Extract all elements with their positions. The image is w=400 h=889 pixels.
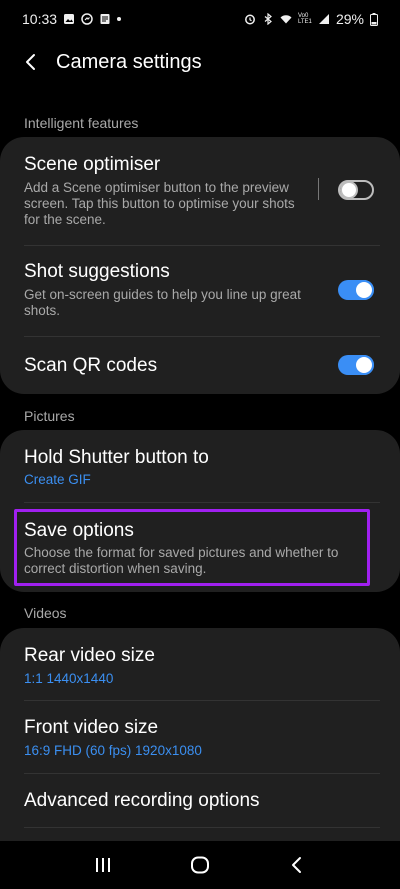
more-notifications-dot: [117, 17, 122, 21]
gallery-notification-icon: [64, 14, 75, 24]
section-label-videos: Videos: [24, 605, 67, 621]
front-video-value: 16:9 FHD (60 fps) 1920x1080: [24, 743, 202, 758]
home-icon: [190, 856, 209, 874]
messenger-notification-icon: [81, 13, 93, 25]
scan-qr-title: Scan QR codes: [24, 355, 158, 376]
front-video-row[interactable]: Front video size 16:9 FHD (60 fps) 1920x…: [0, 701, 400, 773]
scene-optimiser-toggle[interactable]: [338, 180, 374, 200]
recent-apps-button[interactable]: [83, 845, 123, 885]
back-arrow-icon: [26, 54, 35, 70]
advanced-recording-title: Advanced recording options: [24, 790, 260, 811]
document-notification-icon: [100, 14, 110, 24]
navigation-bar: [0, 841, 400, 889]
alarm-icon: [245, 14, 255, 25]
header: Camera settings: [0, 40, 400, 84]
section-label-pictures: Pictures: [24, 408, 75, 424]
status-time: 10:33: [22, 11, 58, 27]
signal-icon: [318, 14, 329, 24]
page-title: Camera settings: [56, 50, 202, 73]
hold-shutter-row[interactable]: Hold Shutter button to Create GIF: [0, 430, 400, 502]
battery-percent: 29%: [335, 11, 364, 27]
back-nav-button[interactable]: [277, 845, 317, 885]
save-options-desc: Choose the format for saved pictures and…: [24, 545, 339, 576]
scan-qr-row[interactable]: Scan QR codes: [0, 337, 400, 394]
home-button[interactable]: [180, 845, 220, 885]
network-label: Vo0 LTE1: [297, 13, 312, 25]
shot-suggestions-row[interactable]: Shot suggestions Get on-screen guides to…: [0, 246, 400, 336]
toggle-knob: [354, 280, 374, 300]
pictures-card: Hold Shutter button to Create GIF Save o…: [0, 430, 400, 592]
scene-optimiser-row[interactable]: Scene optimiser Add a Scene optimiser bu…: [0, 137, 400, 245]
shot-suggestions-desc: Get on-screen guides to help you line up…: [24, 287, 301, 318]
wifi-icon: [280, 15, 292, 24]
section-label-intelligent-features: Intelligent features: [24, 115, 139, 131]
rear-video-row[interactable]: Rear video size 1:1 1440x1440: [0, 628, 400, 700]
status-right: Vo0 LTE1 29%: [244, 11, 378, 27]
save-options-title: Save options: [24, 520, 134, 541]
intelligent-features-card: Scene optimiser Add a Scene optimiser bu…: [0, 137, 400, 394]
scene-optimiser-desc: Add a Scene optimiser button to the prev…: [24, 180, 295, 227]
advanced-recording-row[interactable]: Advanced recording options: [0, 774, 400, 828]
back-nav-icon: [291, 857, 301, 873]
toggle-knob: [354, 355, 374, 375]
toggle-knob: [340, 181, 358, 199]
videos-card: Rear video size 1:1 1440x1440 Front vide…: [0, 628, 400, 841]
shot-suggestions-title: Shot suggestions: [24, 261, 170, 282]
scan-qr-toggle[interactable]: [338, 355, 374, 375]
scene-optimiser-title: Scene optimiser: [24, 154, 161, 175]
divider: [24, 827, 380, 828]
toggle-separator: [318, 178, 319, 200]
rear-video-title: Rear video size: [24, 645, 155, 666]
front-video-title: Front video size: [24, 717, 159, 738]
status-bar: 10:33 Vo0 LTE1 29%: [0, 0, 400, 38]
rear-video-value: 1:1 1440x1440: [24, 671, 114, 686]
shot-suggestions-toggle[interactable]: [338, 280, 374, 300]
battery-icon: [370, 12, 378, 26]
bluetooth-icon: [264, 13, 272, 25]
hold-shutter-title: Hold Shutter button to: [24, 447, 209, 468]
save-options-row[interactable]: Save options Choose the format for saved…: [0, 503, 400, 592]
recent-apps-icon: [96, 858, 111, 872]
status-left: 10:33: [22, 11, 122, 27]
hold-shutter-value: Create GIF: [24, 472, 91, 487]
back-button[interactable]: [6, 40, 56, 84]
